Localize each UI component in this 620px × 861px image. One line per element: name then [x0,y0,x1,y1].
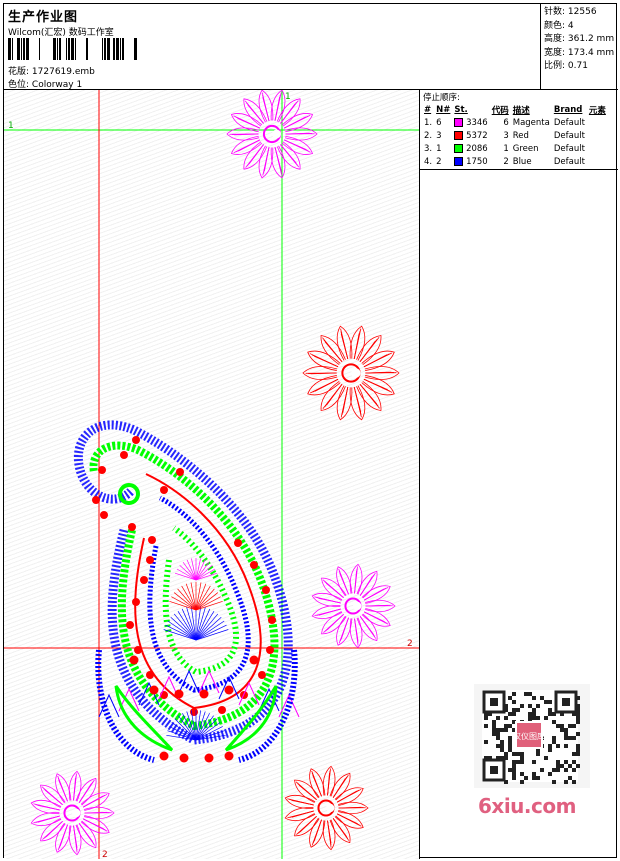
paisley-motif [73,420,300,763]
pattern-row: 花版: 1727619.emb [8,64,95,77]
col-code: 代码 [491,105,509,116]
colorway-label: 色位: [8,80,30,90]
col-element: 元素 [588,105,606,116]
stitches-stat: 针数: 12556 [544,7,597,17]
pattern-value: 1727619.emb [31,67,95,77]
guide-label-red-bottom: 2 [102,850,108,859]
watermark-logo-text: 6xiu.com [478,794,576,818]
colors-stat: 颜色: 4 [544,20,574,31]
pattern-label: 花版: [8,67,30,77]
production-sheet: 生产作业图 Wilcom(汇宏) 数码工作室 花版: 1727619.emb 色… [3,3,618,859]
scale-stat: 比例: 0.71 [544,61,588,71]
qr-code-watermark: 汉仪图库 [474,684,590,788]
barcode-image [8,38,137,60]
embroidery-design: 1 1 2 2 [4,90,419,859]
stop-sequence-title: 停止顺序: [423,93,460,103]
col-n: N# [436,104,451,115]
color-swatch [454,117,464,127]
stats-panel: 针数: 12556 颜色: 4 高度: 361.2 mm 宽度: 173.4 m… [541,4,618,90]
colorway-row: 色位: Colorway 1 [8,77,82,90]
color-swatch [454,156,464,166]
magenta-flower-mid [311,563,396,649]
stop-sequence-panel: 停止顺序: # N# St. 代码 描述 Brand 元素 1. 6 3346 6… [420,90,618,170]
qr-badge-text: 汉仪图库 [513,731,545,741]
sheet-title: 生产作业图 [8,10,79,25]
table-row: 4. 2 1750 2 Blue Default [424,156,585,167]
table-row: 2. 3 5372 3 Red Default [424,130,585,141]
col-desc: 描述 [512,105,530,116]
table-row: 3. 1 2086 1 Green Default [424,143,585,154]
col-no: # [424,104,432,115]
col-brand: Brand [553,104,583,115]
table-row: 1. 6 3346 6 Magenta Default [424,117,585,128]
colorway-value: Colorway 1 [31,80,83,90]
height-stat: 高度: 361.2 mm [544,34,615,44]
red-flower-bottom [284,765,369,851]
magenta-flower-bottom [30,770,115,856]
width-stat: 宽度: 173.4 mm [544,47,615,58]
col-st: St. [454,104,468,115]
guide-label-green-top: 1 [285,92,291,102]
magenta-flower-top [226,90,318,179]
color-swatch [454,143,464,153]
color-swatch [454,130,464,140]
header-panel: 生产作业图 Wilcom(汇宏) 数码工作室 花版: 1727619.emb 色… [4,4,541,90]
guide-label-red-right: 2 [407,639,413,649]
guide-label-green-left: 1 [8,121,14,131]
design-preview: 1 1 2 2 [4,90,420,859]
company-name: Wilcom(汇宏) 数码工作室 [8,28,114,38]
red-flower-right [302,325,400,421]
stop-sequence-table: # N# St. 代码 描述 Brand 元素 1. 6 3346 6 Magent… [422,103,608,168]
